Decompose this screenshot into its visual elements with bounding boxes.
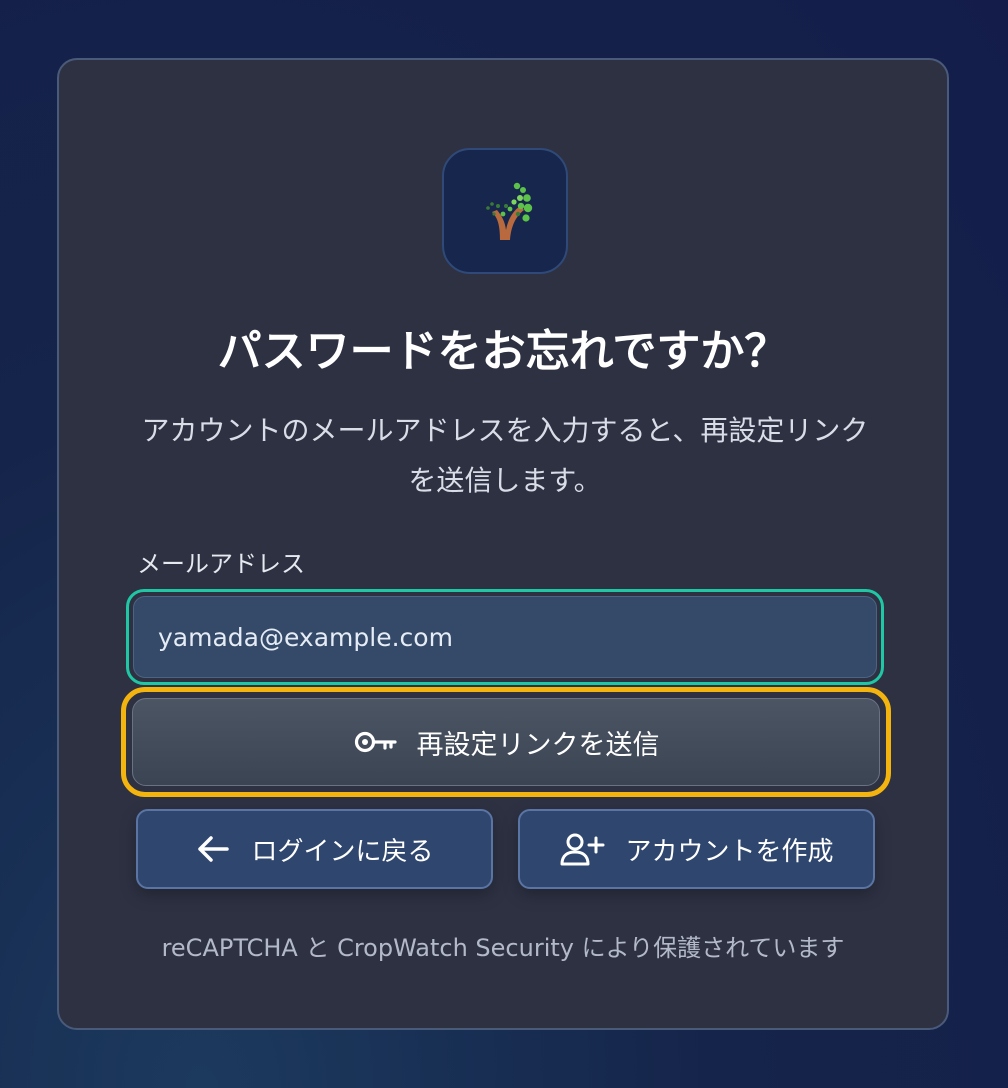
email-input[interactable] — [133, 596, 877, 678]
user-plus-icon — [559, 832, 605, 866]
reset-card: パスワードをお忘れですか？ アカウントのメールアドレスを入力すると、再設定リンク… — [57, 58, 949, 1030]
email-focus-ring — [126, 589, 884, 685]
page-subtitle: アカウントのメールアドレスを入力すると、再設定リンクを送信します。 — [141, 414, 869, 497]
app-logo — [442, 148, 568, 274]
email-field-label: メールアドレス — [137, 550, 305, 578]
back-to-login-label: ログインに戻る — [251, 836, 434, 867]
security-notice: reCAPTCHA と CropWatch Security により保護されてい… — [161, 934, 845, 962]
create-account-button[interactable]: アカウントを作成 — [518, 809, 875, 889]
tree-logo-icon — [486, 182, 533, 240]
page-title: パスワードをお忘れですか？ — [217, 326, 789, 377]
key-icon — [353, 730, 399, 754]
send-reset-link-label: 再設定リンクを送信 — [416, 729, 660, 761]
back-to-login-button[interactable]: ログインに戻る — [136, 809, 493, 889]
send-reset-link-button[interactable]: 再設定リンクを送信 — [132, 698, 880, 786]
create-account-label: アカウントを作成 — [625, 836, 834, 867]
primary-focus-ring: 再設定リンクを送信 — [121, 687, 891, 797]
arrow-left-icon — [195, 834, 231, 864]
